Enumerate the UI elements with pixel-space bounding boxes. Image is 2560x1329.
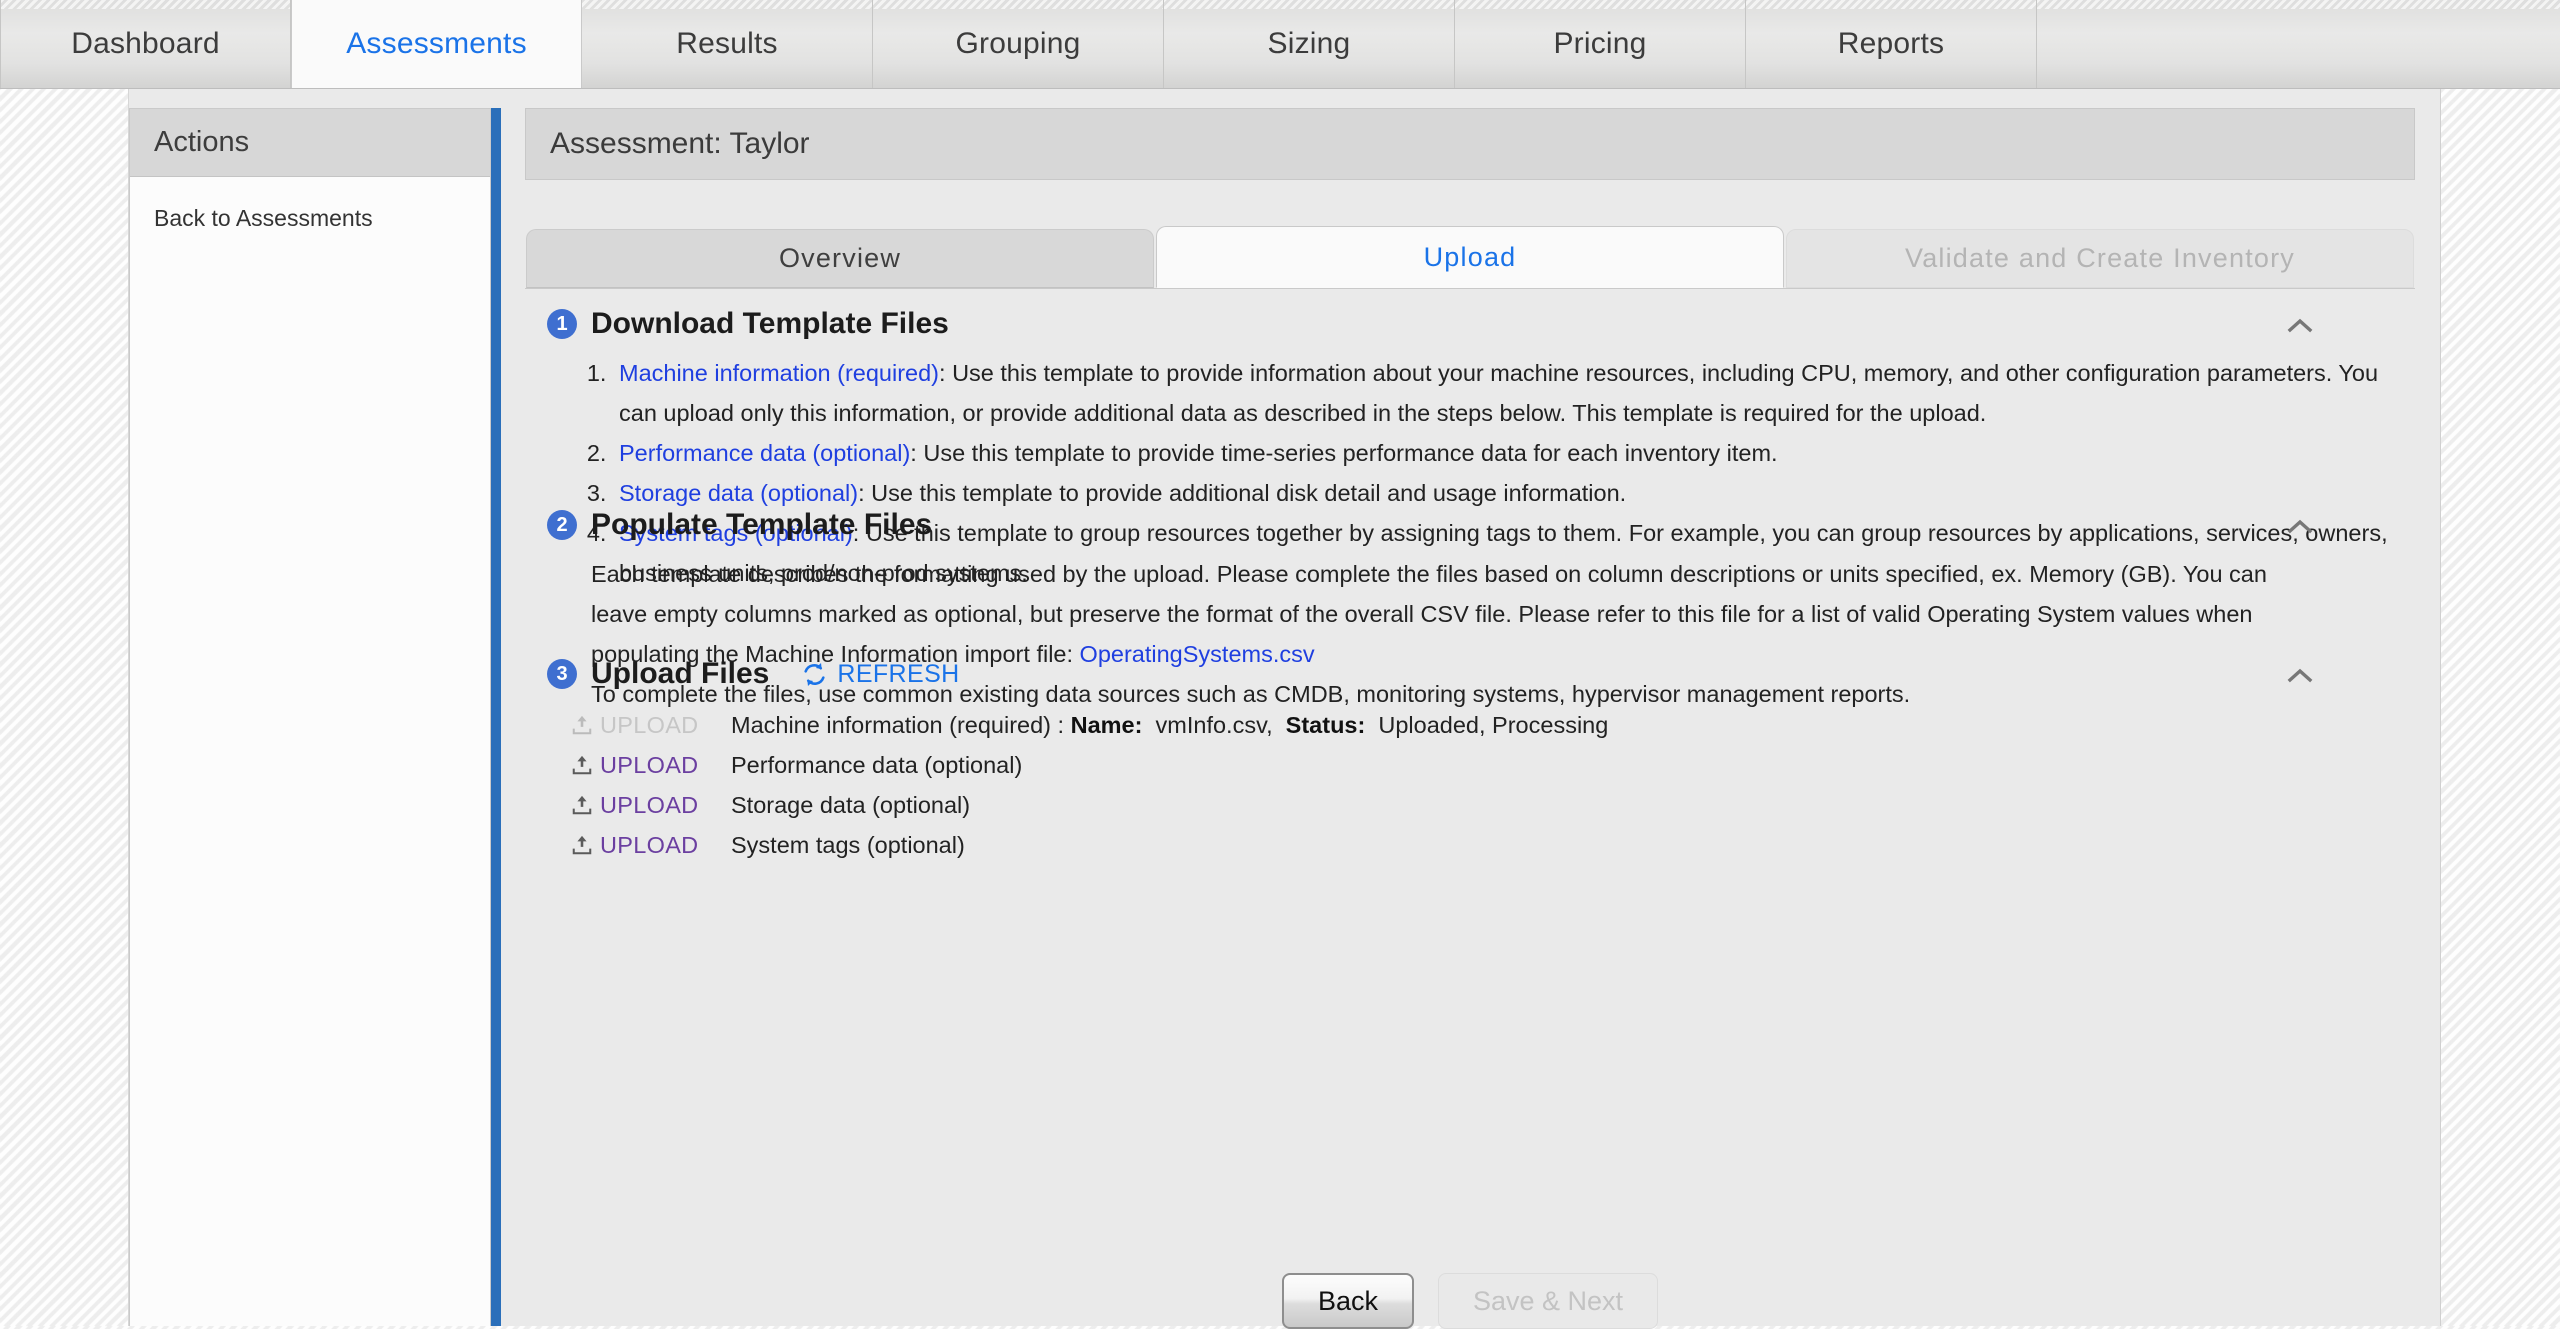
chevron-up-icon[interactable] [2283,659,2317,693]
back-button[interactable]: Back [1281,1273,1414,1329]
upload-row-text: Machine information (required) : Name: v… [731,712,1608,739]
nav-tab-label: Sizing [1267,27,1351,60]
upload-row-machine-information: UPLOAD Machine information (required) : … [571,705,2415,745]
upload-row-system-tags: UPLOAD System tags (optional) [571,825,2415,865]
nav-tab-label: Dashboard [71,27,220,60]
list-item-text: : Use this template to provide time-seri… [910,440,1778,466]
refresh-button[interactable]: REFRESH [801,660,959,689]
nav-tab-dashboard[interactable]: Dashboard [0,0,291,88]
step-tabs: Overview Upload Validate and Create Inve… [525,226,2415,288]
sidebar-item-back-to-assessments[interactable]: Back to Assessments [130,199,490,238]
upload-rows: UPLOAD Machine information (required) : … [525,705,2415,865]
upload-label: UPLOAD [600,831,699,858]
list-item-text: : Use this template to provide additiona… [858,480,1627,506]
upload-icon [571,754,593,776]
page-title: Assessment: Taylor [550,127,810,160]
section-2-header: 2 Populate Template Files [525,508,2415,542]
upload-tab-panel: 1 Download Template Files Machine inform… [525,288,2415,1329]
file-name-label: Name: [1070,711,1143,738]
tab-label: Upload [1423,241,1517,272]
step-number-badge: 1 [547,309,577,339]
upload-icon [571,714,593,736]
step-number-badge: 3 [547,659,577,689]
upload-row-separator: : [1051,711,1071,738]
upload-row-name: System tags (optional) [731,831,965,858]
chevron-up-icon[interactable] [2283,309,2317,343]
actions-panel-title: Actions [154,126,250,158]
link-machine-information-template[interactable]: Machine information (required) [619,360,939,386]
link-storage-data-template[interactable]: Storage data (optional) [619,480,858,506]
content-shell: Actions Back to Assessments Assessment: … [128,89,2442,1329]
section-3-header: 3 Upload Files REFRESH [525,657,2415,691]
nav-tab-results[interactable]: Results [582,0,873,88]
nav-tab-label: Pricing [1553,27,1647,60]
save-and-next-button: Save & Next [1437,1273,1659,1329]
tab-validate-and-create-inventory: Validate and Create Inventory [1786,229,2414,288]
nav-tab-label: Grouping [955,27,1081,60]
tab-label: Overview [778,243,902,273]
section-1-header: 1 Download Template Files [525,307,2415,341]
nav-tab-assessments[interactable]: Assessments [291,0,582,88]
populate-paragraph-1: Each template describes the formatting u… [525,554,2285,674]
step-number-badge: 2 [547,510,577,540]
populate-paragraph-text: Each template describes the formatting u… [591,561,2267,667]
link-performance-data-template[interactable]: Performance data (optional) [619,440,910,466]
upload-button-system-tags[interactable]: UPLOAD [571,832,721,859]
list-item: Machine information (required): Use this… [613,353,2415,433]
section-title: Upload Files [591,657,770,690]
sidebar-item-label: Back to Assessments [154,205,373,231]
status-label: Status: [1285,711,1366,738]
tab-overview[interactable]: Overview [526,229,1154,288]
nav-tab-sizing[interactable]: Sizing [1164,0,1455,88]
upload-row-name: Machine information (required) [731,711,1052,738]
nav-tab-reports[interactable]: Reports [1746,0,2037,88]
upload-label: UPLOAD [600,711,699,738]
main-content: Assessment: Taylor Overview Upload Valid… [501,89,2442,1329]
status-badge: Uploaded, Processing [1378,711,1609,738]
page-body: Actions Back to Assessments Assessment: … [0,89,2560,1329]
section-title: Download Template Files [591,307,949,340]
refresh-label: REFRESH [837,659,960,688]
upload-label: UPLOAD [600,751,699,778]
top-navigation-bar: Dashboard Assessments Results Grouping S… [0,0,2560,89]
upload-button-performance-data[interactable]: UPLOAD [571,752,721,779]
nav-tab-grouping[interactable]: Grouping [873,0,1164,88]
upload-row-storage-data: UPLOAD Storage data (optional) [571,785,2415,825]
tab-label: Validate and Create Inventory [1904,243,2296,273]
list-item: Performance data (optional): Use this te… [613,433,2415,473]
tab-upload[interactable]: Upload [1156,226,1784,288]
section-title: Populate Template Files [591,508,933,541]
file-name-value: vmInfo.csv, [1155,711,1273,738]
upload-icon [571,834,593,856]
assessment-header: Assessment: Taylor [525,108,2415,180]
actions-panel-header: Actions [130,109,490,177]
upload-button-storage-data[interactable]: UPLOAD [571,792,721,819]
nav-tab-label: Results [676,27,778,60]
vertical-blue-divider [491,108,501,1326]
upload-row-name: Performance data (optional) [731,751,1023,778]
list-item: Storage data (optional): Use this templa… [613,473,2415,513]
chevron-up-icon[interactable] [2283,510,2317,544]
upload-row-performance-data: UPLOAD Performance data (optional) [571,745,2415,785]
refresh-icon [801,661,828,688]
upload-label: UPLOAD [600,791,699,818]
actions-panel: Actions Back to Assessments [129,108,491,1326]
nav-tab-label: Reports [1837,27,1945,60]
actions-list: Back to Assessments [130,177,490,238]
section-upload-files: 3 Upload Files REFRESH UPLOAD Machine in… [525,657,2415,865]
nav-tab-pricing[interactable]: Pricing [1455,0,1746,88]
upload-row-name: Storage data (optional) [731,791,971,818]
upload-button-machine-information: UPLOAD [571,712,721,739]
nav-tab-label: Assessments [346,27,527,60]
footer-buttons: Back Save & Next [525,1273,2415,1329]
upload-icon [571,794,593,816]
